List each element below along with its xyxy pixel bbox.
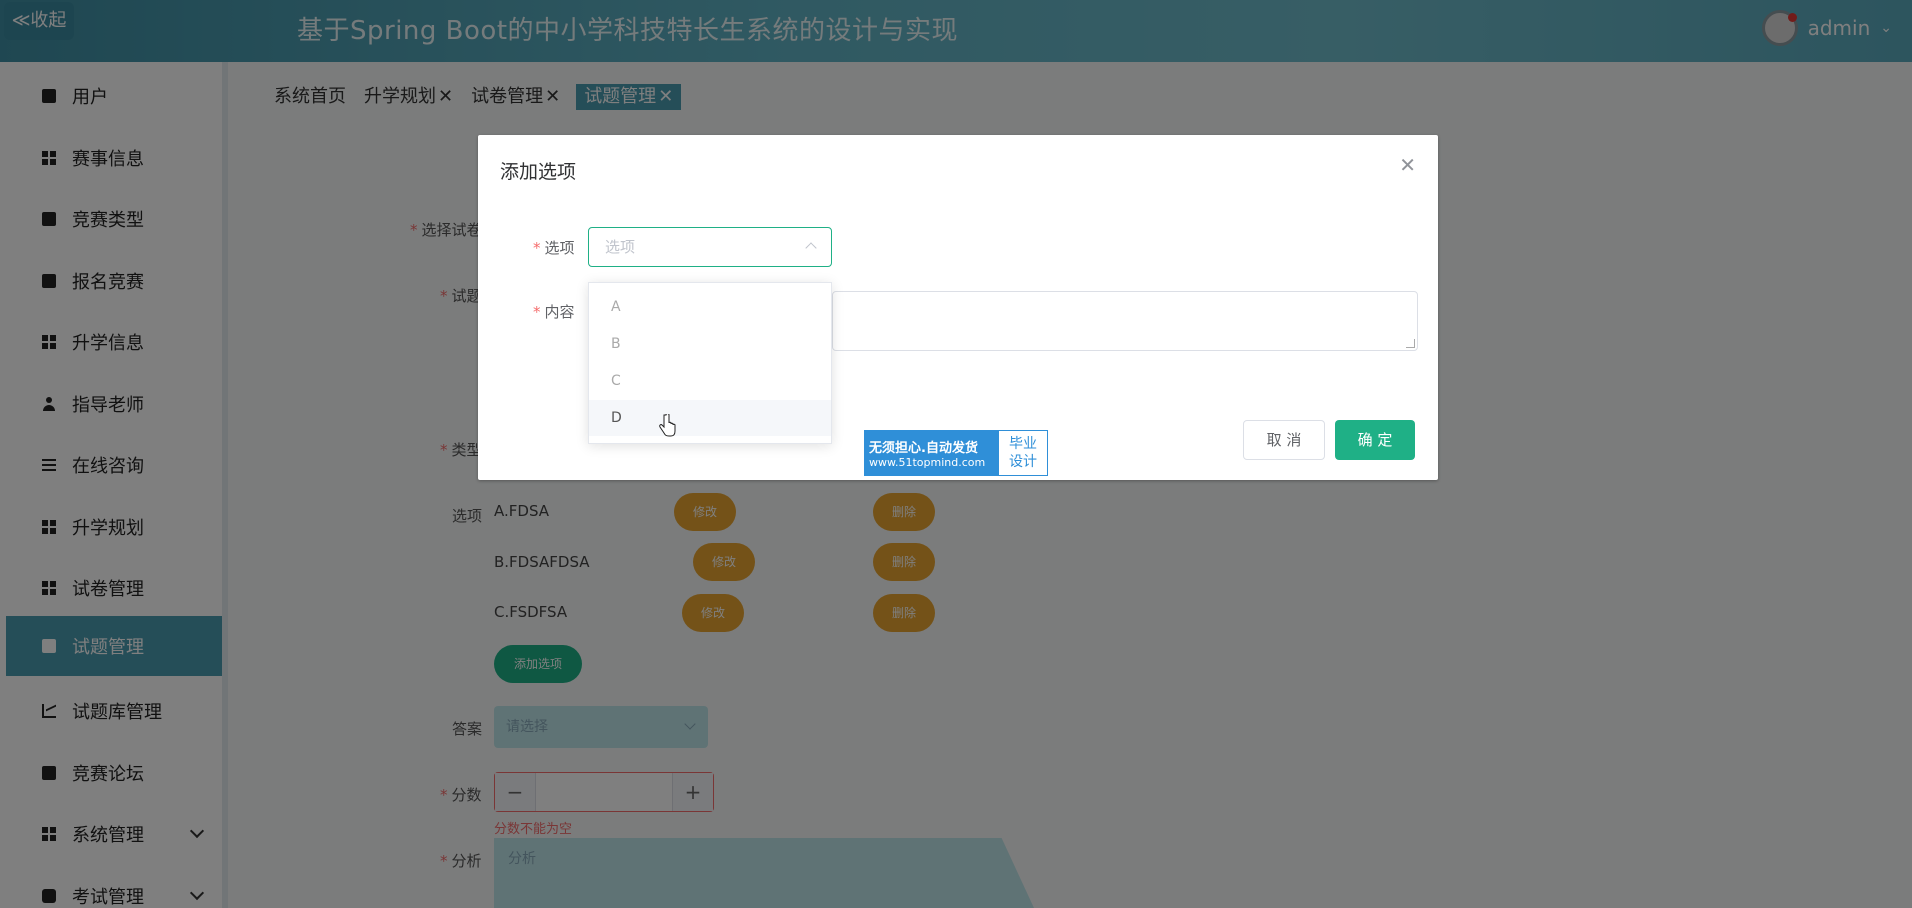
watermark-badge: 无须担心.自动发货 www.51topmind.com 毕业 设计	[864, 430, 1048, 476]
dropdown-option-a[interactable]: A	[589, 289, 831, 325]
watermark-right-bottom: 设计	[1009, 454, 1037, 470]
option-field-label: * 选项	[533, 239, 575, 257]
dropdown-option-b[interactable]: B	[589, 326, 831, 362]
option-select-placeholder: 选项	[605, 238, 636, 256]
content-textarea[interactable]	[832, 291, 1418, 351]
dropdown-option-d[interactable]: D	[589, 400, 831, 436]
dialog-title: 添加选项	[500, 161, 577, 183]
option-dropdown: A B C D	[588, 282, 832, 444]
cancel-button[interactable]: 取 消	[1243, 420, 1325, 460]
watermark-line1: 无须担心.自动发货	[869, 441, 978, 456]
confirm-button[interactable]: 确 定	[1335, 420, 1415, 460]
close-icon[interactable]: ✕	[1399, 153, 1416, 177]
option-select[interactable]: 选项	[588, 227, 832, 267]
dropdown-option-c[interactable]: C	[589, 363, 831, 399]
hand-cursor-icon	[659, 414, 676, 437]
chevron-up-icon	[805, 242, 817, 254]
watermark-url: www.51topmind.com	[869, 456, 986, 469]
content-field-label: * 内容	[533, 303, 575, 321]
watermark-right-top: 毕业	[1009, 436, 1037, 452]
